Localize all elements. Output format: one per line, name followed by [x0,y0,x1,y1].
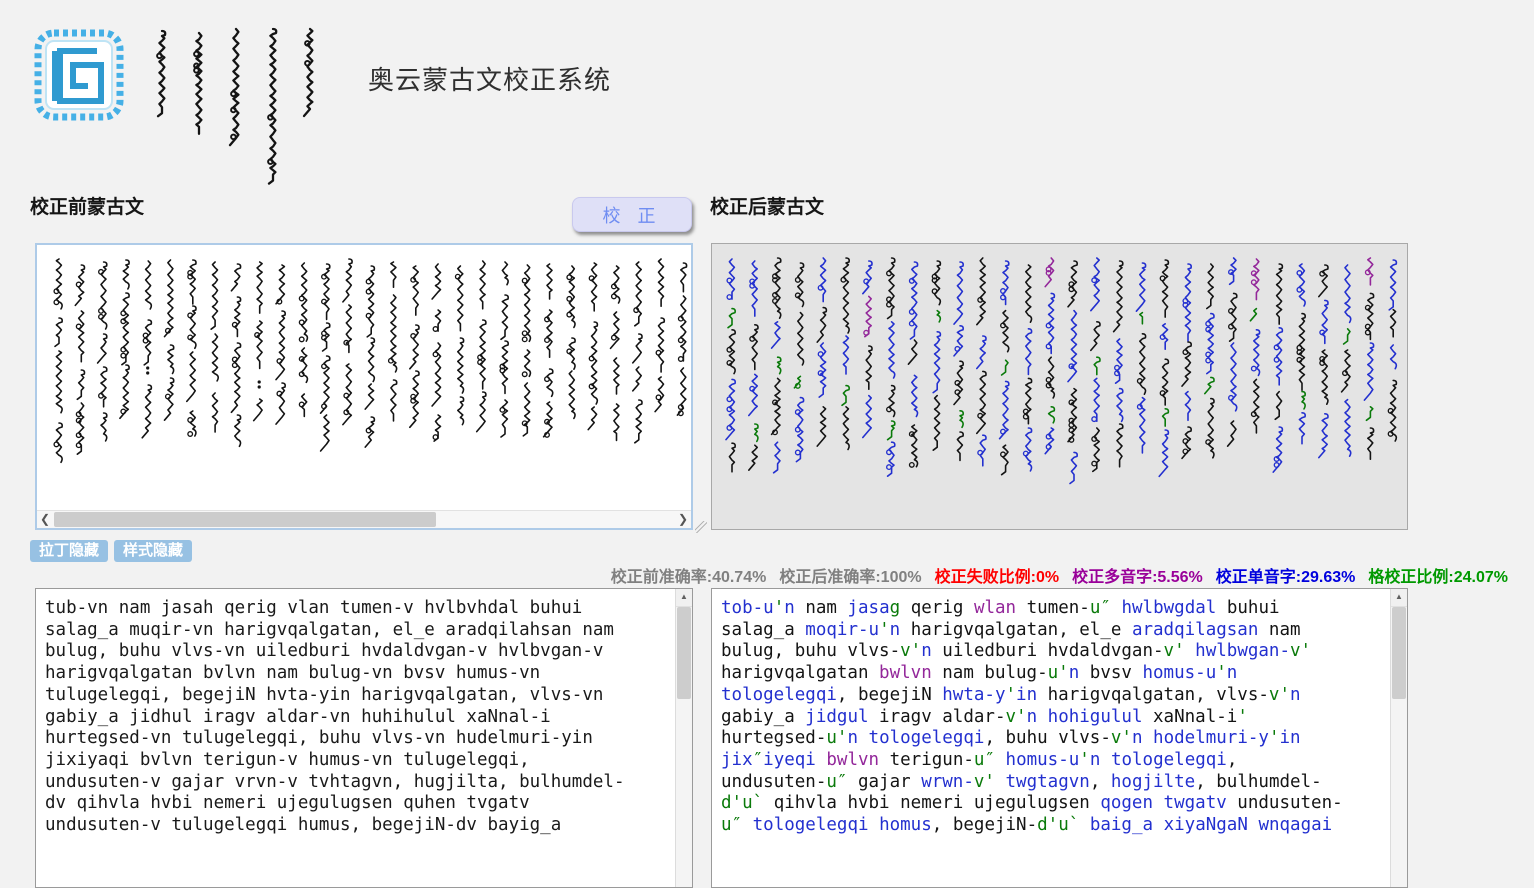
horizontal-scrollbar[interactable]: ❮ ❯ [37,510,691,528]
stat-item: 校正前准确率:40.74% [611,569,767,586]
scroll-right-arrow[interactable]: ❯ [675,511,691,528]
latin-before-text: tub-vn nam jasah qerig vlan tumen-v hvlb… [36,589,675,887]
horizontal-scroll-thumb[interactable] [54,512,436,527]
mongolian-after-script [714,246,1404,529]
after-section-title: 校正后蒙古文 [710,192,824,219]
vertical-scrollbar[interactable]: ▲ [1390,589,1407,887]
stat-item: 格校正比例:24.07% [1368,569,1508,586]
stat-item: 校正单音字:29.63% [1216,569,1356,586]
mongolian-before-script [39,247,689,495]
latin-hide-button[interactable]: 拉丁隐藏 [30,540,108,562]
scroll-up-arrow[interactable]: ▲ [1391,589,1407,607]
correction-stats: 校正前准确率:40.74% 校正后准确率:100% 校正失败比例:0% 校正多音字:5… [0,563,1508,587]
mongolian-before-panel[interactable]: ❮ ❯ [35,243,693,530]
stat-item: 校正后准确率:100% [779,569,921,586]
before-section-title: 校正前蒙古文 [30,192,144,219]
stat-item: 校正失败比例:0% [935,569,1059,586]
app-logo [33,28,125,122]
app-title: 奥云蒙古文校正系统 [368,60,611,97]
stat-item: 校正多音字:5.56% [1072,569,1203,586]
vertical-scrollbar[interactable]: ▲ [675,589,692,887]
mongolian-after-panel [711,243,1408,530]
resize-grip[interactable] [695,521,707,533]
mongolian-title-script [148,20,348,185]
latin-after-text: tob-u'n nam jasag qerig wlan tumen-u″ hw… [712,589,1390,887]
vertical-scroll-thumb[interactable] [1392,607,1406,699]
vertical-scroll-thumb[interactable] [677,607,691,699]
scroll-left-arrow[interactable]: ❮ [37,511,53,528]
scroll-up-arrow[interactable]: ▲ [676,589,692,607]
correct-button[interactable]: 校 正 [572,197,692,232]
latin-before-textarea[interactable]: tub-vn nam jasah qerig vlan tumen-v hvlb… [35,588,693,888]
style-hide-button[interactable]: 样式隐藏 [114,540,192,562]
latin-after-textarea[interactable]: tob-u'n nam jasag qerig wlan tumen-u″ hw… [711,588,1408,888]
